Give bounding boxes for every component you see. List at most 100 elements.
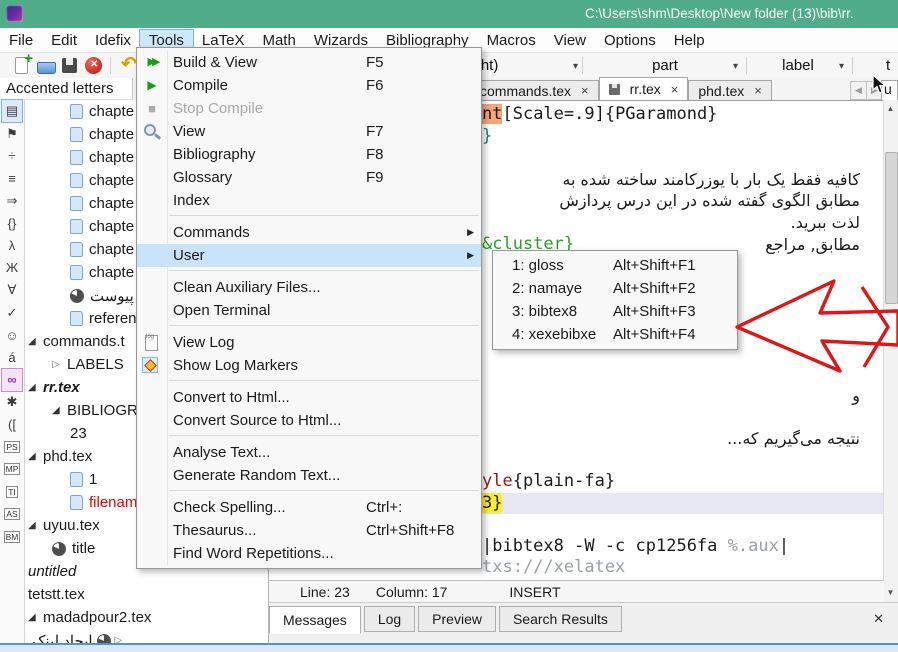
tree-item[interactable]: tetstt.tex <box>24 583 269 606</box>
check-icon[interactable]: ✓ <box>2 302 22 324</box>
tools-menu-item[interactable]: Bibliography F8 <box>137 143 481 166</box>
arrow-icon[interactable]: ⇒ <box>2 190 22 212</box>
menu-item-icon <box>137 143 167 166</box>
tools-menu-item[interactable]: Clean Auxiliary Files... <box>137 276 481 299</box>
save-icon[interactable] <box>60 56 80 76</box>
tools-menu-item[interactable]: Build & View F5 <box>137 51 481 74</box>
lambda-icon[interactable]: λ <box>2 234 22 256</box>
scroll-down-icon[interactable] <box>884 586 897 600</box>
menubar-item[interactable]: View <box>545 30 595 51</box>
toolbar-combo[interactable]: part <box>592 55 738 76</box>
toolbar-combo[interactable]: label <box>752 55 844 76</box>
asterisk-icon[interactable]: ✱ <box>2 391 22 413</box>
tools-menu-item[interactable]: Show Log Markers <box>137 354 481 377</box>
tools-menu-item[interactable]: Index <box>137 189 481 212</box>
expander-icon[interactable] <box>52 405 67 416</box>
tools-menu-item[interactable]: User <box>137 244 481 267</box>
menu-item-label: Find Word Repetitions... <box>167 545 334 562</box>
expander-icon[interactable] <box>28 336 43 347</box>
bottom-panel-tab[interactable]: Preview <box>418 606 496 632</box>
tools-menu-item[interactable]: Convert Source to Html... <box>137 409 481 432</box>
user-submenu-item[interactable]: 2: namaye Alt+Shift+F2 <box>493 277 737 300</box>
panel-close-icon[interactable] <box>873 611 884 627</box>
tools-menu-item[interactable]: Commands <box>137 221 481 244</box>
tools-menu-item[interactable]: Compile F6 <box>137 74 481 97</box>
menu-item-icon <box>137 120 167 143</box>
expander-icon[interactable] <box>28 612 43 623</box>
tools-menu-item[interactable]: Open Terminal <box>137 299 481 322</box>
tools-menu-item[interactable]: View F7 <box>137 120 481 143</box>
ti-icon[interactable]: TI <box>2 481 22 503</box>
structure-icon[interactable]: ▤ <box>2 100 22 122</box>
tab-close-icon[interactable]: × <box>581 83 589 98</box>
user-submenu-item[interactable]: 3: bibtex8 Alt+Shift+F3 <box>493 300 737 323</box>
tab-close-icon[interactable]: × <box>754 83 762 98</box>
lines-icon[interactable]: ≡ <box>2 167 22 189</box>
status-mode: INSERT <box>509 584 560 600</box>
cyrillic-icon[interactable]: Ж <box>2 257 22 279</box>
tools-menu-item[interactable] <box>169 380 479 383</box>
tools-menu-item[interactable]: Glossary F9 <box>137 166 481 189</box>
window-title: C:\Users\shm\Desktop\New folder (13)\bib… <box>585 6 854 21</box>
menubar-item[interactable]: Help <box>665 30 714 51</box>
tools-menu-item[interactable] <box>169 435 479 438</box>
user-submenu-item[interactable]: 4: xexebibxe Alt+Shift+F4 <box>493 323 737 346</box>
scroll-up-icon[interactable] <box>884 102 897 116</box>
forall-icon[interactable]: ∀ <box>2 279 22 301</box>
infinity-icon[interactable]: ∞ <box>2 369 22 391</box>
expander-icon[interactable] <box>28 451 43 462</box>
bottom-panel-tab[interactable]: Log <box>364 606 415 632</box>
editor-tab[interactable]: commands.tex × <box>470 80 599 100</box>
expander-icon[interactable] <box>28 382 43 393</box>
tab-close-icon[interactable]: × <box>671 82 679 97</box>
ps-icon[interactable]: PS <box>2 436 22 458</box>
annotation-arrow <box>728 263 898 383</box>
tools-menu-item[interactable]: Stop Compile <box>137 97 481 120</box>
menubar-item[interactable]: Macros <box>478 30 545 51</box>
as-icon[interactable]: AS <box>2 503 22 525</box>
tools-menu-item[interactable]: Generate Random Text... <box>137 464 481 487</box>
toolbar-separator <box>582 57 583 74</box>
expander-icon[interactable] <box>52 359 67 370</box>
tools-menu-item[interactable]: Find Word Repetitions... <box>137 542 481 565</box>
bottom-panel-tab[interactable]: Search Results <box>499 606 622 632</box>
bracket-icon[interactable]: ([ <box>2 413 22 435</box>
menubar-item[interactable]: Edit <box>42 30 86 51</box>
tree-item[interactable]: madadpour2.tex <box>24 606 269 629</box>
close-icon[interactable] <box>84 56 104 76</box>
bm-icon[interactable]: BM <box>2 525 22 547</box>
new-file-icon[interactable] <box>12 56 32 76</box>
menubar-item[interactable]: Idefix <box>86 30 140 51</box>
tools-menu-item[interactable]: Convert to Html... <box>137 386 481 409</box>
tools-menu-item[interactable]: View Log <box>137 331 481 354</box>
tools-menu-item[interactable]: Check Spelling... Ctrl+: <box>137 496 481 519</box>
accent-icon[interactable]: á <box>2 346 22 368</box>
tools-menu-item[interactable]: Analyse Text... <box>137 441 481 464</box>
bookmark-icon[interactable]: ⚑ <box>2 122 22 144</box>
tree-item-label: chapte <box>89 195 134 212</box>
tools-menu-item[interactable] <box>169 325 479 328</box>
menubar-item[interactable]: Options <box>595 30 665 51</box>
braces-icon[interactable]: {} <box>2 212 22 234</box>
divide-icon[interactable]: ÷ <box>2 145 22 167</box>
tree-item-label: madadpour2.tex <box>43 609 151 626</box>
editor-tab[interactable]: phd.tex × <box>688 80 772 100</box>
menu-item-icon <box>137 331 167 354</box>
submenu-item-shortcut: Alt+Shift+F3 <box>613 303 696 320</box>
user-submenu-item[interactable]: 1: gloss Alt+Shift+F1 <box>493 254 737 277</box>
menu-item-icon <box>137 74 167 97</box>
smiley-icon[interactable]: ☺ <box>2 324 22 346</box>
tools-menu-item[interactable] <box>169 490 479 493</box>
expander-icon[interactable] <box>28 520 43 531</box>
open-file-icon[interactable] <box>36 56 56 76</box>
tools-menu-item[interactable] <box>169 215 479 218</box>
menubar-item[interactable]: File <box>0 30 42 51</box>
tools-menu-item[interactable]: Thesaurus... Ctrl+Shift+F8 <box>137 519 481 542</box>
tab-scroll-left-icon[interactable]: ◀ <box>850 81 867 100</box>
editor-tab[interactable]: rr.tex × <box>599 77 689 100</box>
structure-panel-selector[interactable]: Accented letters <box>0 78 133 100</box>
toolbar-combo[interactable]: t <box>886 55 898 76</box>
mp-icon[interactable]: MP <box>2 458 22 480</box>
bottom-panel-tab[interactable]: Messages <box>269 606 361 634</box>
tools-menu-item[interactable] <box>169 270 479 273</box>
